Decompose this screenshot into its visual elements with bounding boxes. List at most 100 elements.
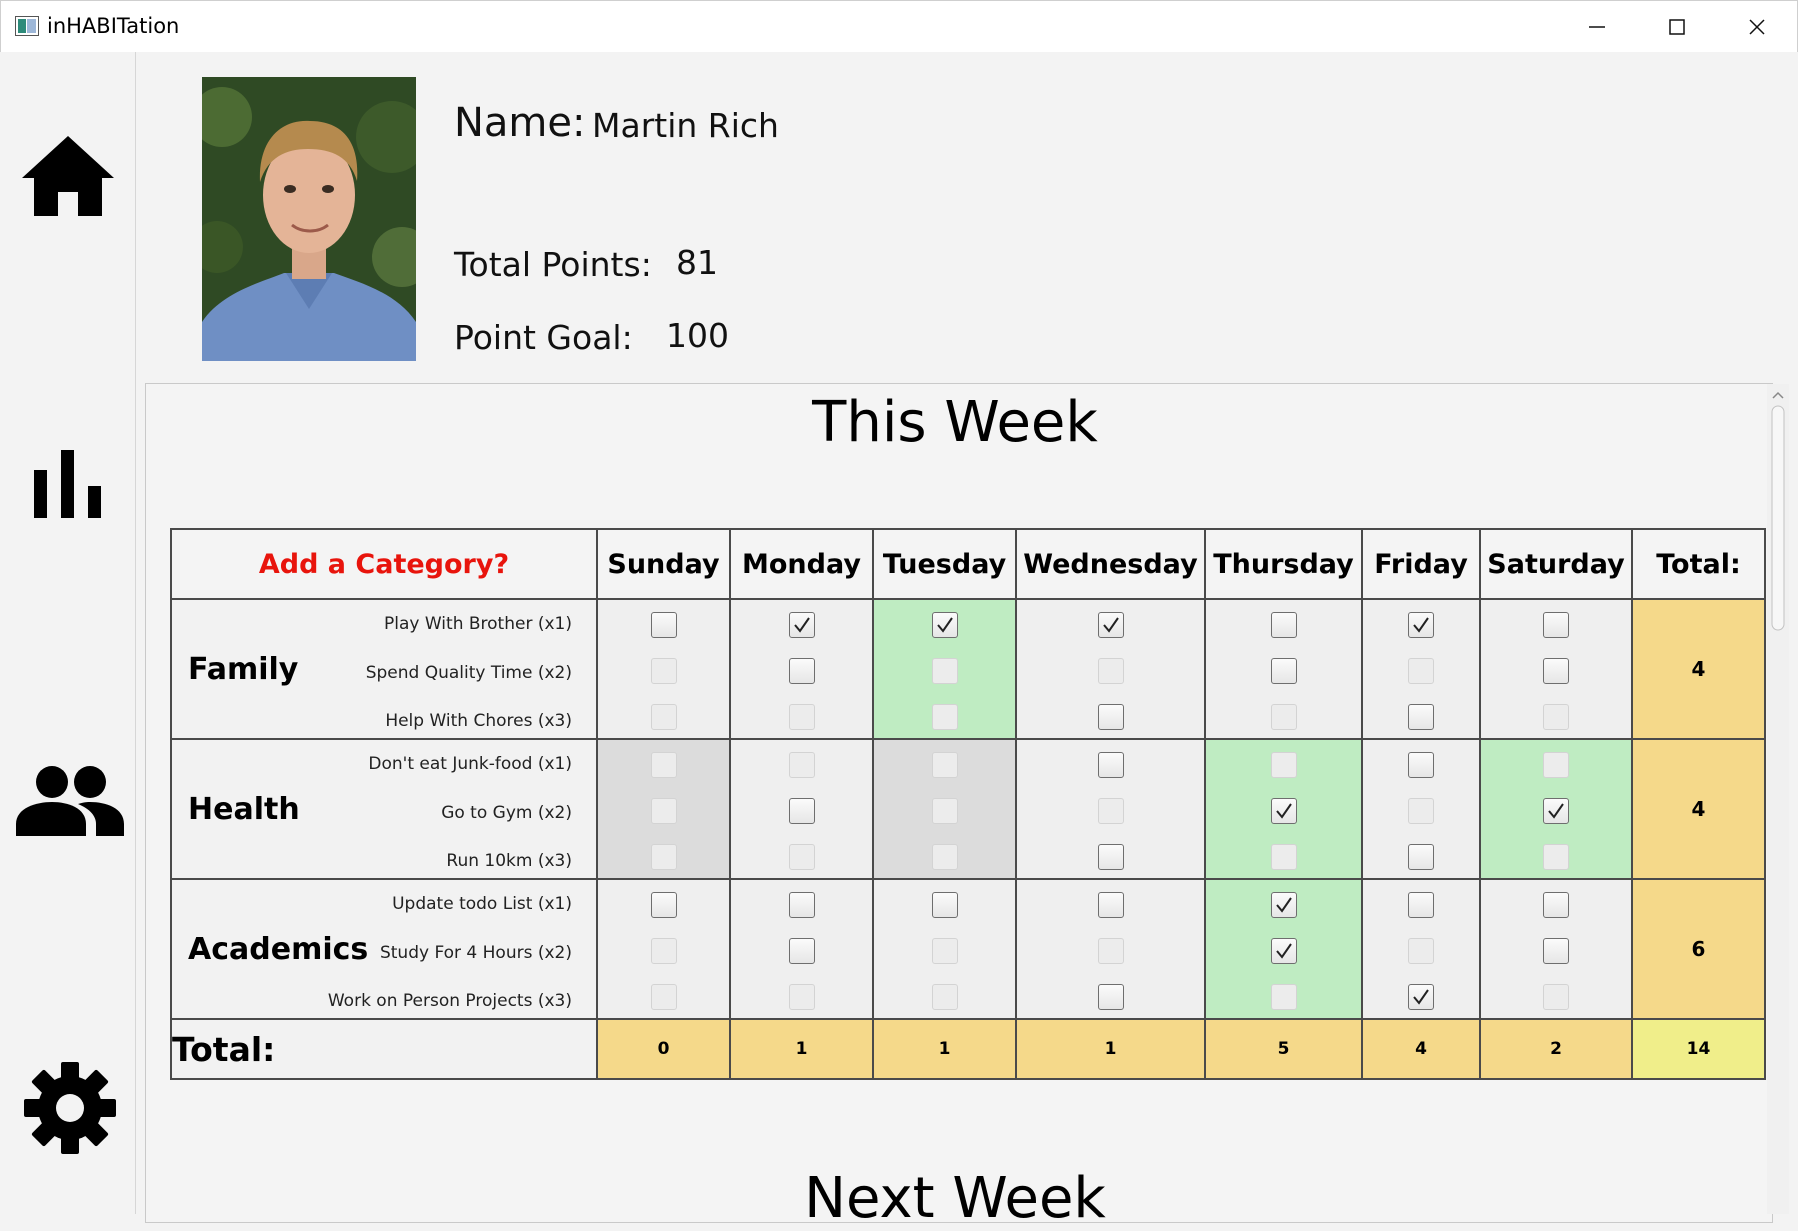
habit-checkbox[interactable] bbox=[1097, 892, 1124, 918]
habit-checkbox bbox=[788, 984, 815, 1010]
habit-checkbox[interactable] bbox=[1543, 658, 1569, 684]
habit-checkbox[interactable] bbox=[650, 612, 677, 638]
habit-checkbox[interactable] bbox=[1270, 892, 1297, 918]
habit-checkbox[interactable] bbox=[1543, 938, 1569, 964]
habit-label: Go to Gym (x2) bbox=[441, 803, 572, 823]
habit-checkbox[interactable] bbox=[1408, 892, 1434, 918]
title-bar: inHABITation bbox=[0, 0, 1798, 52]
vertical-scrollbar[interactable] bbox=[1767, 384, 1789, 1214]
add-category-button[interactable]: Add a Category? bbox=[170, 528, 598, 600]
habit-checkbox[interactable] bbox=[1408, 612, 1434, 638]
day-cell bbox=[1361, 598, 1481, 740]
total-header: Total: bbox=[1631, 528, 1766, 600]
total-points-value: 81 bbox=[676, 243, 718, 282]
habit-checkbox[interactable] bbox=[788, 938, 815, 964]
habit-checkbox bbox=[650, 938, 677, 964]
profile-photo bbox=[202, 77, 416, 361]
day-total: 4 bbox=[1361, 1018, 1481, 1080]
habit-checkbox[interactable] bbox=[1097, 844, 1124, 870]
category-name: Academics bbox=[188, 932, 369, 967]
category-row: Family Play With Brother (x1) Spend Qualit… bbox=[170, 598, 1766, 740]
day-total: 1 bbox=[1015, 1018, 1206, 1080]
point-goal-value: 100 bbox=[666, 316, 729, 355]
habit-checkbox bbox=[1543, 984, 1569, 1010]
habit-checkbox bbox=[1270, 704, 1297, 730]
habit-checkbox bbox=[931, 938, 958, 964]
day-cell bbox=[596, 878, 731, 1020]
close-button[interactable] bbox=[1717, 1, 1797, 53]
habit-checkbox bbox=[1543, 752, 1569, 778]
table-header-row: Add a Category? Sunday Monday Tuesday We… bbox=[170, 528, 1766, 600]
name-label: Name: bbox=[454, 100, 586, 146]
grand-total: 14 bbox=[1631, 1018, 1766, 1080]
habit-checkbox[interactable] bbox=[1270, 658, 1297, 684]
habit-checkbox[interactable] bbox=[788, 612, 815, 638]
totals-row: Total: 0 1 1 1 5 4 2 14 bbox=[170, 1018, 1766, 1080]
habit-checkbox[interactable] bbox=[1097, 612, 1124, 638]
habit-checkbox bbox=[788, 752, 815, 778]
habit-checkbox[interactable] bbox=[931, 612, 958, 638]
day-header-monday: Monday bbox=[729, 528, 874, 600]
habit-checkbox[interactable] bbox=[788, 658, 815, 684]
habit-table: Add a Category? Sunday Monday Tuesday We… bbox=[170, 528, 1766, 1080]
day-cell bbox=[1204, 598, 1363, 740]
app-icon bbox=[15, 16, 39, 36]
day-header-friday: Friday bbox=[1361, 528, 1481, 600]
home-icon[interactable] bbox=[20, 134, 116, 222]
habit-checkbox bbox=[931, 658, 958, 684]
habit-checkbox bbox=[788, 844, 815, 870]
habit-checkbox[interactable] bbox=[1543, 612, 1569, 638]
minimize-button[interactable] bbox=[1557, 1, 1637, 53]
habit-label: Study For 4 Hours (x2) bbox=[379, 943, 572, 963]
day-header-thursday: Thursday bbox=[1204, 528, 1363, 600]
category-row: Academics Update todo List (x1) Study For … bbox=[170, 878, 1766, 1020]
day-cell bbox=[596, 738, 731, 880]
habit-checkbox[interactable] bbox=[1097, 704, 1124, 730]
habit-checkbox[interactable] bbox=[650, 892, 677, 918]
day-total: 1 bbox=[729, 1018, 874, 1080]
bar-chart-icon[interactable] bbox=[32, 448, 104, 524]
category-total: 6 bbox=[1631, 878, 1766, 1020]
habit-checkbox bbox=[931, 704, 958, 730]
habit-checkbox[interactable] bbox=[1270, 938, 1297, 964]
day-cell bbox=[1361, 738, 1481, 880]
day-cell bbox=[872, 878, 1017, 1020]
habit-checkbox bbox=[1270, 844, 1297, 870]
habit-checkbox bbox=[1543, 704, 1569, 730]
maximize-button[interactable] bbox=[1637, 1, 1717, 53]
habit-checkbox[interactable] bbox=[1097, 752, 1124, 778]
habit-checkbox[interactable] bbox=[788, 892, 815, 918]
habit-checkbox bbox=[1408, 938, 1434, 964]
habit-checkbox[interactable] bbox=[788, 798, 815, 824]
habit-checkbox bbox=[931, 984, 958, 1010]
habit-checkbox[interactable] bbox=[1097, 984, 1124, 1010]
habit-checkbox[interactable] bbox=[1543, 798, 1569, 824]
habit-checkbox bbox=[931, 844, 958, 870]
habit-checkbox bbox=[1270, 984, 1297, 1010]
habit-checkbox[interactable] bbox=[1408, 984, 1434, 1010]
day-header-saturday: Saturday bbox=[1479, 528, 1633, 600]
settings-icon[interactable] bbox=[24, 1062, 116, 1158]
habit-checkbox[interactable] bbox=[1408, 752, 1434, 778]
day-cell bbox=[1479, 878, 1633, 1020]
habit-checkbox[interactable] bbox=[1270, 798, 1297, 824]
habit-checkbox[interactable] bbox=[1408, 844, 1434, 870]
people-icon[interactable] bbox=[16, 764, 124, 840]
habit-label: Update todo List (x1) bbox=[392, 894, 572, 914]
habit-checkbox[interactable] bbox=[1543, 892, 1569, 918]
sidebar bbox=[0, 52, 136, 1214]
category-row: Health Don't eat Junk-food (x1) Go to Gym … bbox=[170, 738, 1766, 880]
habit-checkbox[interactable] bbox=[1270, 612, 1297, 638]
day-total: 1 bbox=[872, 1018, 1017, 1080]
habit-checkbox bbox=[1097, 798, 1124, 824]
habit-checkbox bbox=[931, 798, 958, 824]
habit-checkbox bbox=[1408, 798, 1434, 824]
habit-checkbox bbox=[1270, 752, 1297, 778]
day-cell bbox=[596, 598, 731, 740]
day-cell bbox=[1015, 598, 1206, 740]
habit-checkbox[interactable] bbox=[1408, 704, 1434, 730]
day-cell bbox=[1479, 598, 1633, 740]
habit-checkbox[interactable] bbox=[931, 892, 958, 918]
day-cell bbox=[1015, 738, 1206, 880]
habit-checkbox bbox=[1097, 938, 1124, 964]
